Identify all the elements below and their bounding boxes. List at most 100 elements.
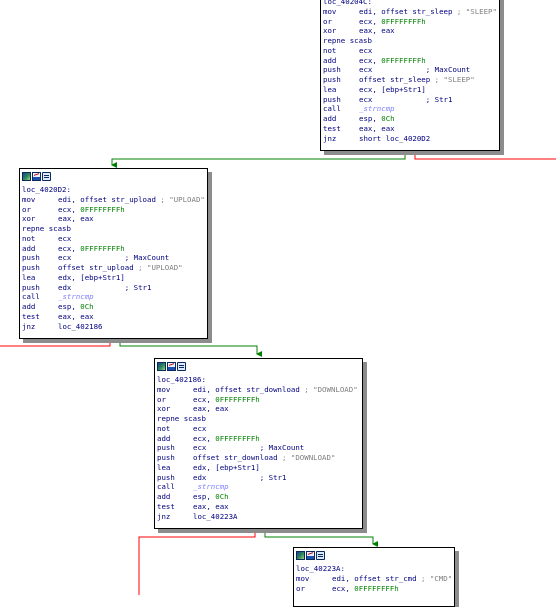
instruction-line[interactable]: lea edx, [ebp+Str1] <box>22 273 205 283</box>
symbol-ref[interactable]: str_cmd <box>385 574 416 583</box>
instruction-line[interactable]: call _strncmp <box>323 104 497 114</box>
symbol-ref[interactable]: str_upload <box>111 195 156 204</box>
instruction-line[interactable]: jnz loc_40223A <box>157 512 360 522</box>
operand: esp, <box>193 492 216 501</box>
chart-icon[interactable] <box>167 361 176 371</box>
instruction-line[interactable]: push ecx ; MaxCount <box>323 65 497 75</box>
block-label[interactable]: loc_40223A: <box>296 564 452 574</box>
instruction-line[interactable]: push ecx ; MaxCount <box>157 443 360 453</box>
instruction-line[interactable]: mov edi, offset str_download ; "DOWNLOAD" <box>157 385 360 395</box>
instruction-line[interactable]: lea edx, [ebp+Str1] <box>157 463 360 473</box>
operand: ecx, <box>332 583 355 593</box>
instruction-line[interactable]: or ecx, 0FFFFFFFFh <box>296 584 452 594</box>
instruction-line[interactable]: mov edi, offset str_cmd ; "CMD" <box>296 574 452 584</box>
instruction-line[interactable]: or ecx, 0FFFFFFFFh <box>22 205 205 215</box>
instruction-line[interactable]: repne scasb <box>22 224 205 234</box>
instruction-line[interactable]: xor eax, eax <box>157 404 360 414</box>
instruction-line[interactable]: push edx ; Str1 <box>22 283 205 293</box>
edge-download-fallthrough[interactable] <box>138 529 256 595</box>
instruction-line[interactable]: add ecx, 0FFFFFFFFh <box>157 434 360 444</box>
edge-upload-fallthrough[interactable] <box>0 339 111 347</box>
instruction-line[interactable]: or ecx, 0FFFFFFFFh <box>157 395 360 405</box>
arg-comment: ; MaxCount <box>372 65 471 75</box>
string-comment: ; "CMD" <box>416 573 453 583</box>
mnemonic: mov <box>157 384 171 394</box>
edge-upload-to-download[interactable] <box>119 339 262 357</box>
symbol-ref[interactable]: Str1 <box>103 273 121 282</box>
function-ref[interactable]: _strncmp <box>193 482 229 491</box>
graph-overview-icon[interactable] <box>157 361 166 371</box>
operand: esp, <box>58 302 81 311</box>
string-comment: ; "SLEEP" <box>430 75 475 84</box>
comment-icon[interactable] <box>316 550 325 560</box>
function-ref[interactable]: _strncmp <box>58 292 94 301</box>
code-block-header <box>20 169 207 183</box>
instruction-line[interactable]: push edx ; Str1 <box>157 473 360 483</box>
instruction-line[interactable]: add ecx, 0FFFFFFFFh <box>22 244 205 254</box>
instruction-line[interactable]: add esp, 0Ch <box>157 492 360 502</box>
symbol-ref[interactable]: Str1 <box>238 463 256 472</box>
instruction-line[interactable]: add esp, 0Ch <box>22 302 205 312</box>
mnemonic: not <box>323 45 337 55</box>
instruction-line[interactable]: jnz loc_402186 <box>22 322 205 332</box>
instruction-line[interactable]: mov edi, offset str_upload ; "UPLOAD" <box>22 195 205 205</box>
instruction-line[interactable]: lea ecx, [ebp+Str1] <box>323 85 497 95</box>
mnemonic: add <box>323 55 337 65</box>
symbol-ref[interactable]: str_download <box>224 453 277 462</box>
code-block-loc_40204C[interactable]: loc_40204C: mov edi, offset str_sleep ; "S… <box>320 0 500 151</box>
instruction-line[interactable]: not ecx <box>157 424 360 434</box>
instruction-line[interactable]: test eax, eax <box>22 312 205 322</box>
symbol-ref[interactable]: Str1 <box>404 85 422 94</box>
symbol-ref[interactable]: str_sleep <box>412 7 452 16</box>
symbol-ref[interactable]: str_sleep <box>390 75 430 84</box>
edge-download-to-cmd[interactable] <box>264 529 378 547</box>
instruction-line[interactable]: repne scasb <box>323 36 497 46</box>
operand: eax, eax <box>58 311 94 321</box>
mnemonic: xor <box>323 26 337 36</box>
comment-icon[interactable] <box>42 171 51 181</box>
instruction-line[interactable]: repne scasb <box>157 414 360 424</box>
block-label[interactable]: loc_4020D2: <box>22 185 205 195</box>
instruction-line[interactable]: add esp, 0Ch <box>323 114 497 124</box>
instruction-line[interactable]: push offset str_sleep ; "SLEEP" <box>323 75 497 85</box>
graph-overview-icon[interactable] <box>22 171 31 181</box>
instruction-line[interactable]: add ecx, 0FFFFFFFFh <box>323 56 497 66</box>
instruction-line[interactable]: xor eax, eax <box>323 26 497 36</box>
instruction-line[interactable]: call _strncmp <box>22 292 205 302</box>
block-label[interactable]: loc_40204C: <box>323 0 497 7</box>
instruction-line[interactable]: push ecx ; MaxCount <box>22 253 205 263</box>
graph-overview-icon[interactable] <box>296 550 305 560</box>
mnemonic: lea <box>323 84 337 94</box>
instruction-line[interactable]: call _strncmp <box>157 482 360 492</box>
code-block-loc_40223A[interactable]: loc_40223A: mov edi, offset str_cmd ; "CMD… <box>293 547 455 607</box>
function-ref[interactable]: _strncmp <box>359 104 395 113</box>
symbol-ref[interactable]: str_upload <box>89 263 134 272</box>
code-block-loc_402186[interactable]: loc_402186: mov edi, offset str_download ;… <box>154 358 363 529</box>
instruction-line[interactable]: push offset str_download ; "DOWNLOAD" <box>157 453 360 463</box>
chart-icon[interactable] <box>32 171 41 181</box>
instruction-line[interactable]: mov edi, offset str_sleep ; "SLEEP" <box>323 7 497 17</box>
mnemonic: repne scasb <box>22 224 71 233</box>
code-block-loc_4020D2[interactable]: loc_4020D2: mov edi, offset str_upload ; "… <box>19 168 208 339</box>
instruction-line[interactable]: not ecx <box>323 46 497 56</box>
chart-icon[interactable] <box>306 550 315 560</box>
operand: edx <box>193 472 207 482</box>
instruction-line[interactable]: test eax, eax <box>157 502 360 512</box>
immediate-value: 0FFFFFFFFh <box>215 394 260 404</box>
immediate-value: 0FFFFFFFFh <box>381 16 426 26</box>
mnemonic: call <box>323 104 341 114</box>
instruction-line[interactable]: push offset str_upload ; "UPLOAD" <box>22 263 205 273</box>
instruction-line[interactable]: jnz short loc_4020D2 <box>323 134 497 144</box>
instruction-line[interactable]: or ecx, 0FFFFFFFFh <box>323 17 497 27</box>
instruction-line[interactable]: test eax, eax <box>323 124 497 134</box>
edge-sleep-fallthrough[interactable] <box>414 151 556 160</box>
instruction-line[interactable]: push ecx ; Str1 <box>323 95 497 105</box>
instruction-line[interactable]: xor eax, eax <box>22 214 205 224</box>
block-label[interactable]: loc_402186: <box>157 375 360 385</box>
operand: offset <box>58 263 90 272</box>
immediate-value: 0FFFFFFFFh <box>381 55 426 65</box>
comment-icon[interactable] <box>177 361 186 371</box>
symbol-ref[interactable]: str_download <box>246 385 299 394</box>
edge-sleep-to-upload[interactable] <box>111 151 406 168</box>
instruction-line[interactable]: not ecx <box>22 234 205 244</box>
